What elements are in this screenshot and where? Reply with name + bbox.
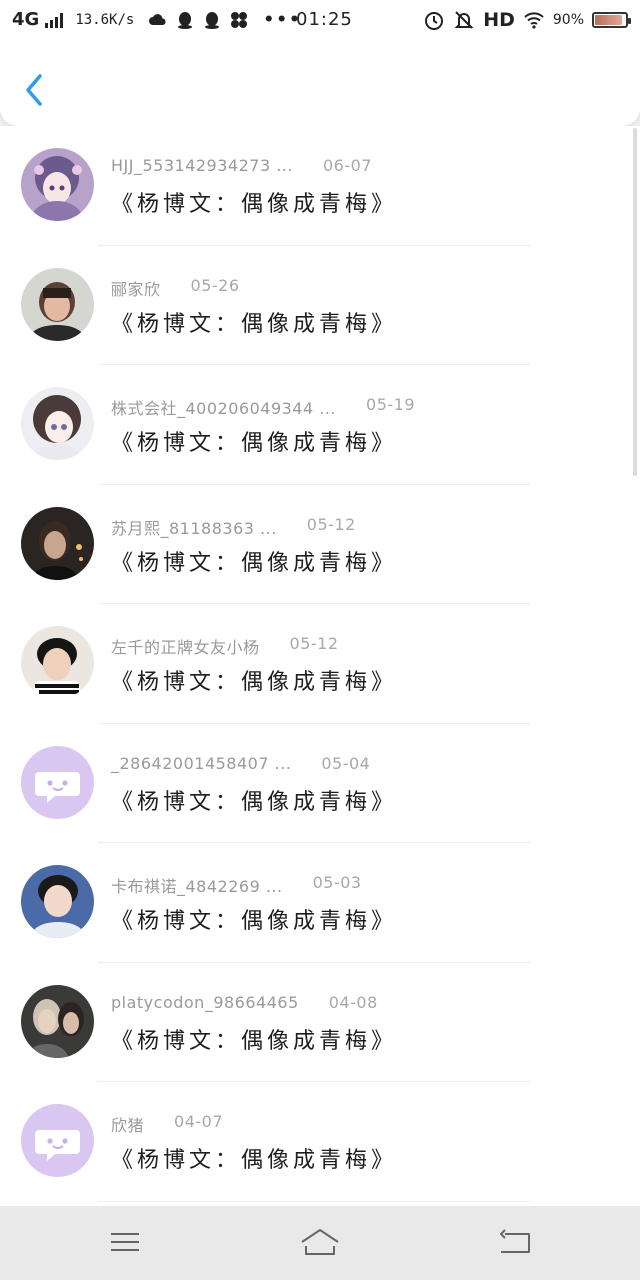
comment-date: 04-08 [328,992,378,1012]
item-meta: 郦家欣 05-26 [111,276,240,300]
avatar[interactable] [21,984,94,1058]
username: 卡布祺诺_4842269 ... [111,877,283,896]
avatar[interactable] [21,1104,94,1177]
clock: 01:25 [296,9,353,30]
username: HJJ_553142934273 ... [111,156,293,175]
list-item[interactable]: 欣猪 04-07 《杨博文：偶像成青梅》 [0,1082,640,1202]
list-item[interactable]: _28642001458407 ... 05-04 《杨博文：偶像成青梅》 [0,724,640,843]
username: 欣猪 [111,1116,145,1135]
chevron-left-icon[interactable] [20,70,50,110]
comment-date: 06-07 [322,156,372,175]
network-type: 4G [12,9,40,30]
item-title: 《杨博文：偶像成青梅》 [111,1148,398,1173]
alarm-icon [425,12,444,30]
avatar[interactable] [21,387,94,460]
list-item[interactable]: 郦家欣 05-26 《杨博文：偶像成青梅》 [0,246,640,365]
item-meta: 左千的正牌女友小杨 05-12 [111,634,339,658]
item-meta: HJJ_553142934273 ... 06-07 [111,156,372,175]
list-item[interactable]: 苏月熙_81188363 ... 05-12 《杨博文：偶像成青梅》 [0,485,640,604]
qq-icon [178,11,193,29]
status-bar: 4G 13.6K/s ••• 01:25 HD 90% [0,0,640,42]
item-title: 《杨博文：偶像成青梅》 [111,431,398,456]
avatar[interactable] [21,745,94,819]
comment-list[interactable]: HJJ_553142934273 ... 06-07 《杨博文：偶像成青梅》 郦家欣 0… [0,126,640,1206]
comment-date: 05-12 [306,514,356,534]
comment-date: 05-19 [366,395,416,414]
item-meta: 苏月熙_81188363 ... 05-12 [111,515,356,539]
item-meta: _28642001458407 ... 05-04 [111,754,370,773]
qq-icon [205,11,220,29]
nav-bar [0,42,640,126]
item-title: 《杨博文：偶像成青梅》 [111,1028,398,1054]
comment-date: 05-03 [312,873,362,892]
item-meta: 株式会社_400206049344 ... 05-19 [111,395,415,419]
avatar[interactable] [21,865,94,938]
item-title: 《杨博文：偶像成青梅》 [111,311,398,337]
item-meta: platycodon_98664465 04-08 [111,993,378,1012]
comment-date: 04-07 [174,1112,224,1131]
pinwheel-icon [231,11,248,28]
wifi-icon [524,12,544,29]
avatar[interactable] [21,267,94,341]
username: 株式会社_400206049344 ... [111,399,337,418]
username: _28642001458407 ... [111,753,292,773]
menu-icon[interactable] [105,1224,145,1260]
divider [98,1200,530,1202]
avatar[interactable] [21,626,94,699]
cloud-icon [149,13,166,25]
username: 左千的正牌女友小杨 [111,638,260,657]
list-item[interactable]: platycodon_98664465 04-08 《杨博文：偶像成青梅》 [0,963,640,1082]
item-title: 《杨博文：偶像成青梅》 [111,670,398,695]
item-title: 《杨博文：偶像成青梅》 [111,909,398,934]
return-icon[interactable] [495,1224,535,1260]
avatar[interactable] [21,148,94,221]
username: platycodon_98664465 [111,992,299,1012]
battery-percent: 90% [552,12,584,28]
comment-date: 05-12 [289,634,339,653]
comment-date: 05-26 [190,275,240,295]
home-icon[interactable] [300,1224,340,1260]
comment-date: 05-04 [321,753,371,773]
list-item[interactable]: 株式会社_400206049344 ... 05-19 《杨博文：偶像成青梅》 [0,365,640,485]
network-speed: 13.6K/s [75,11,135,28]
item-title: 《杨博文：偶像成青梅》 [111,789,398,815]
list-item[interactable]: 左千的正牌女友小杨 05-12 《杨博文：偶像成青梅》 [0,604,640,724]
item-meta: 欣猪 04-07 [111,1112,223,1136]
signal-icon [45,12,64,28]
system-nav-bar [0,1206,640,1280]
mute-bell-icon [454,11,474,29]
item-title: 《杨博文：偶像成青梅》 [111,192,398,217]
item-title: 《杨博文：偶像成青梅》 [111,550,398,576]
avatar[interactable] [21,506,94,580]
username: 苏月熙_81188363 ... [111,518,277,538]
hd-indicator: HD [483,9,515,31]
battery-icon [592,12,631,28]
username: 郦家欣 [111,279,161,299]
item-meta: 卡布祺诺_4842269 ... 05-03 [111,873,362,897]
list-item[interactable]: 卡布祺诺_4842269 ... 05-03 《杨博文：偶像成青梅》 [0,843,640,963]
list-item[interactable]: HJJ_553142934273 ... 06-07 《杨博文：偶像成青梅》 [0,126,640,246]
